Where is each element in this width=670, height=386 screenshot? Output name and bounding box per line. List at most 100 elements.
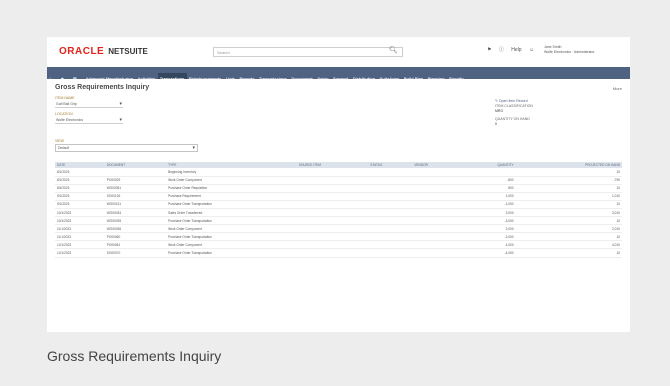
table-row[interactable]: 12/1/2023 SO00070 Purchase Order Transport… <box>55 248 622 258</box>
user-avatar-icon[interactable]: ☺ <box>529 47 534 53</box>
table-cell <box>368 168 413 177</box>
nav-item[interactable]: Reports <box>237 73 257 79</box>
main-navigation: ⌂ ★ ▤ Advanced Manufacturing Activities Tr… <box>47 67 630 79</box>
item-filter-select[interactable]: Golf Ball Grip ▾ <box>55 101 123 108</box>
table-row[interactable]: 10/1/2023 WO00034 Sales Order Transferred 3… <box>55 208 622 218</box>
table-cell <box>296 240 369 250</box>
table-cell: 10 <box>515 184 622 193</box>
nav-item[interactable]: Reimbursements <box>187 73 224 79</box>
table-row[interactable]: 9/1/2023 SO00126 Purchase Requirement 1,000… <box>55 192 622 201</box>
top-header: ORACLE NETSUITE Search 🔍︎ ⚑ ⓘ Help ☺ Jane… <box>47 37 630 67</box>
table-cell <box>412 240 461 250</box>
header-actions: ⚑ ⓘ Help ☺ <box>487 46 540 53</box>
nav-item[interactable]: Transactions <box>157 73 187 79</box>
table-row[interactable]: 8/1/2023 Beginning Inventory 10 <box>55 168 622 177</box>
table-cell: 10 <box>515 168 622 177</box>
nav-item[interactable]: Advanced Manufacturing <box>83 73 135 79</box>
pencil-icon: ✎ <box>495 99 498 103</box>
user-role: Wolfe Electronics · Administrator <box>544 49 595 54</box>
table-cell: 3,000 <box>460 208 516 218</box>
user-menu[interactable]: Jane Smith Wolfe Electronics · Administr… <box>544 45 595 54</box>
more-menu-button[interactable]: More <box>613 86 622 91</box>
table-row[interactable]: 9/1/2023 WO00131 Purchase Order Transporta… <box>55 200 622 209</box>
table-cell <box>296 208 369 218</box>
table-cell[interactable]: PO00060 <box>104 232 167 242</box>
nav-item[interactable]: Activities <box>135 73 157 79</box>
table-cell: 9/1/2023 <box>55 200 105 209</box>
table-row[interactable]: 8/1/2023 PO00029 Work Order Component -800-… <box>55 176 622 185</box>
table-cell: 2,000 <box>460 224 516 234</box>
table-cell[interactable]: WO00035 <box>104 216 167 226</box>
nav-recent-icon[interactable]: ★ <box>58 73 66 79</box>
table-row[interactable]: 8/4/2023 WO00051 Purchase Order Requisitio… <box>55 184 622 193</box>
table-cell: 10/1/2023 <box>55 216 105 226</box>
table-cell: Purchase Requirement <box>166 192 297 201</box>
nav-item[interactable]: Documents <box>289 73 315 79</box>
view-select[interactable]: Default ▾ <box>55 144 198 152</box>
help-icon[interactable]: ⓘ <box>499 47 504 53</box>
table-cell[interactable]: SO00070 <box>104 248 167 258</box>
table-row[interactable]: 11/1/2023 WO00036 Work Order Component 2,00… <box>55 224 622 234</box>
nav-item[interactable]: Support <box>331 73 351 79</box>
table-cell[interactable]: WO00131 <box>104 200 167 209</box>
table-cell: Purchase Order Transportation <box>166 248 297 258</box>
table-cell: 8/4/2023 <box>55 184 105 193</box>
oracle-netsuite-logo[interactable]: ORACLE NETSUITE <box>59 46 148 58</box>
table-cell <box>412 192 461 201</box>
nav-item[interactable]: SuiteApps <box>377 73 401 79</box>
figure-caption: Gross Requirements Inquiry <box>47 348 222 364</box>
table-cell: 10 <box>515 232 622 242</box>
nav-item[interactable]: Planning <box>425 73 446 79</box>
global-search-input[interactable]: Search <box>213 47 403 57</box>
table-cell: 4,010 <box>515 240 622 250</box>
page-title: Gross Requirements Inquiry <box>55 84 150 91</box>
nav-item[interactable]: Lists <box>224 73 238 79</box>
nav-item[interactable]: Shopify <box>447 73 466 79</box>
table-cell <box>368 200 413 209</box>
nav-item[interactable]: Transmissions <box>257 73 289 79</box>
location-filter-label: LOCATION <box>55 112 73 116</box>
chevron-down-icon: ▾ <box>119 117 122 123</box>
table-cell: Purchase Order Transportation <box>166 200 297 209</box>
nav-item[interactable]: Distribution <box>351 73 378 79</box>
nav-shortcuts-icon[interactable]: ▤ <box>71 73 79 79</box>
table-row[interactable]: 10/1/2023 WO00035 Purchase Order Transport… <box>55 216 622 226</box>
nav-items: Advanced Manufacturing Activities Transact… <box>83 67 465 79</box>
table-cell: -3,000 <box>460 216 516 226</box>
table-cell: -2,000 <box>460 232 516 242</box>
table-cell[interactable]: WO00051 <box>104 184 167 193</box>
help-label[interactable]: Help <box>511 47 521 53</box>
table-cell <box>368 176 413 185</box>
nav-home-icon[interactable]: ⌂ <box>47 73 54 79</box>
search-icon[interactable]: 🔍︎ <box>389 46 398 54</box>
table-cell[interactable]: PO00029 <box>104 176 167 185</box>
item-filter-value: Golf Ball Grip <box>56 102 77 106</box>
logo-netsuite-text: NETSUITE <box>108 47 148 56</box>
table-cell[interactable]: WO00034 <box>104 208 167 218</box>
open-item-record-label: Open Item Record <box>498 99 528 103</box>
table-cell <box>368 240 413 250</box>
table-cell: 12/1/2023 <box>55 248 105 258</box>
table-cell: 8/1/2023 <box>55 168 105 177</box>
view-select-value: Default <box>58 146 70 150</box>
table-cell[interactable]: SO00126 <box>104 192 167 201</box>
table-body: 8/1/2023 Beginning Inventory 10 8/1/2023 PO0… <box>55 168 622 258</box>
table-cell: Purchase Order Transportation <box>166 216 297 226</box>
table-cell[interactable]: WO00036 <box>104 224 167 234</box>
table-cell: 2,010 <box>515 224 622 234</box>
table-cell <box>368 192 413 201</box>
table-row[interactable]: 12/1/2023 PO00061 Work Order Component 4,00… <box>55 240 622 250</box>
nav-item[interactable]: Setup <box>315 73 331 79</box>
table-cell: 10 <box>515 248 622 258</box>
table-cell: 10/1/2023 <box>55 208 105 218</box>
view-filter-label: VIEW <box>55 139 64 143</box>
location-filter-select[interactable]: Wolfe Electronics ▾ <box>55 117 123 124</box>
nav-item[interactable]: Build Plan <box>402 73 426 79</box>
table-cell: -4,000 <box>460 248 516 258</box>
table-cell[interactable]: PO00061 <box>104 240 167 250</box>
table-cell[interactable] <box>104 168 167 177</box>
table-cell <box>368 232 413 242</box>
table-row[interactable]: 11/1/2023 PO00060 Purchase Order Transport… <box>55 232 622 242</box>
notifications-icon[interactable]: ⚑ <box>487 47 491 53</box>
table-cell <box>368 224 413 234</box>
